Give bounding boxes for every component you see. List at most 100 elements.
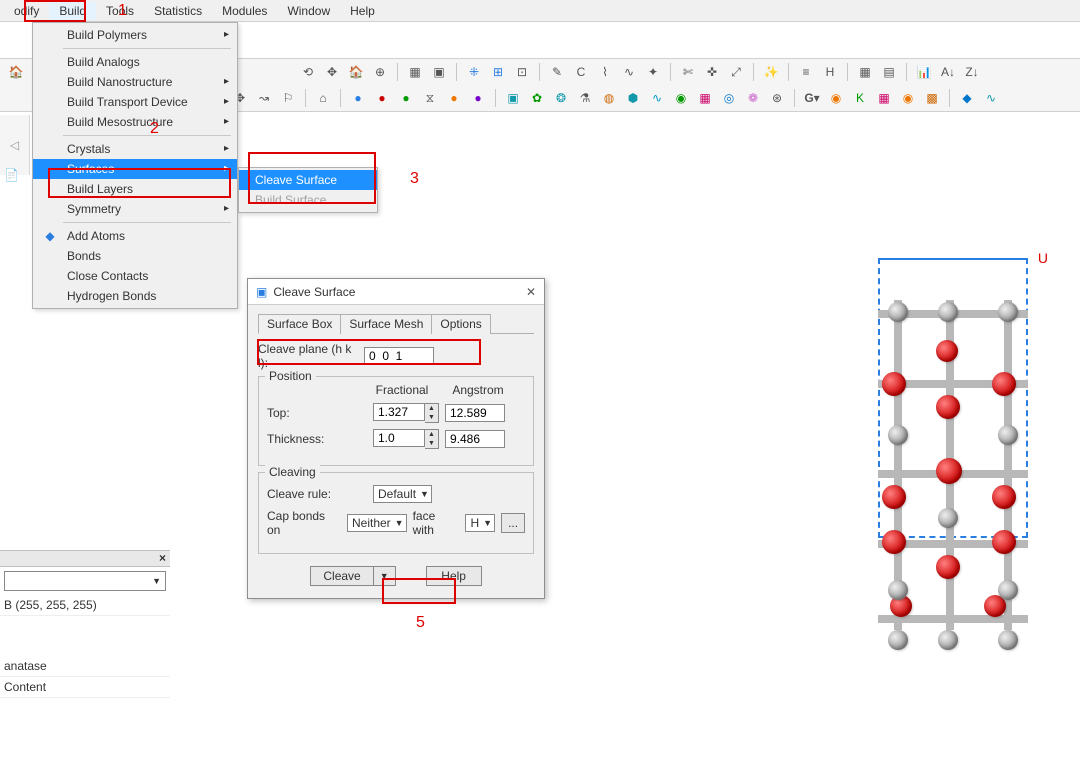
chevron-down-icon[interactable]: ▼ xyxy=(374,567,395,585)
tool-mol-red-icon[interactable]: ● xyxy=(372,88,392,108)
menu-modify[interactable]: odify xyxy=(4,2,49,20)
thickness-fractional-input[interactable]: ▲▼ xyxy=(373,429,439,449)
tool-wave2-icon[interactable]: ∿ xyxy=(647,88,667,108)
doc-icon[interactable]: 📄 xyxy=(4,168,20,184)
tool-box-icon[interactable]: ▦ xyxy=(405,62,425,82)
top-angstrom-input[interactable] xyxy=(445,404,505,422)
help-button[interactable]: Help xyxy=(426,566,482,586)
cap-bonds-select[interactable]: Neither▼ xyxy=(347,514,407,532)
submenu-cleave-surface[interactable]: Cleave Surface xyxy=(239,170,377,190)
dialog-close-icon[interactable]: ✕ xyxy=(526,285,536,299)
tool-mol-chain-icon[interactable]: ⧖ xyxy=(420,88,440,108)
menu-add-atoms[interactable]: ◆Add Atoms xyxy=(33,226,237,246)
tool-wave3-icon[interactable]: ∿ xyxy=(981,88,1001,108)
tool-home-icon[interactable]: 🏠 xyxy=(6,62,26,82)
tool-g-icon[interactable]: G▾ xyxy=(802,88,822,108)
menu-build-mesostructure[interactable]: Build Mesostructure▸ xyxy=(33,112,237,132)
tool-mol8-icon[interactable]: ⊛ xyxy=(767,88,787,108)
menu-build-nanostructure[interactable]: Build Nanostructure▸ xyxy=(33,72,237,92)
tool-pencil-icon[interactable]: ✎ xyxy=(547,62,567,82)
prop-line-content[interactable]: Content xyxy=(0,677,170,698)
tool-home3-icon[interactable]: ⌂ xyxy=(313,88,333,108)
tool-curve-icon[interactable]: ↝ xyxy=(254,88,274,108)
tab-surface-box[interactable]: Surface Box xyxy=(258,314,341,334)
top-fractional-input[interactable]: ▲▼ xyxy=(373,403,439,423)
tool-bubble-icon[interactable]: ❂ xyxy=(551,88,571,108)
menu-symmetry[interactable]: Symmetry▸ xyxy=(33,199,237,219)
menu-build-layers[interactable]: Build Layers xyxy=(33,179,237,199)
tool-spark-icon[interactable]: ✦ xyxy=(643,62,663,82)
structure-viewer[interactable]: U xyxy=(838,240,1068,670)
tool-mol-purple-icon[interactable]: ● xyxy=(468,88,488,108)
tool-ruler-icon[interactable]: ≡ xyxy=(796,62,816,82)
cleave-plane-input[interactable] xyxy=(364,347,434,365)
menu-build-analogs[interactable]: Build Analogs xyxy=(33,52,237,72)
tool-mol-orange-icon[interactable]: ● xyxy=(444,88,464,108)
properties-combo[interactable]: ▼ xyxy=(4,571,166,591)
menu-surfaces[interactable]: Surfaces▸ xyxy=(33,159,237,179)
tool-globe-icon[interactable]: ◉ xyxy=(671,88,691,108)
tab-options[interactable]: Options xyxy=(431,314,490,334)
tool-mol9-icon[interactable]: ◉ xyxy=(826,88,846,108)
tool-mol-grid2-icon[interactable]: ▦ xyxy=(874,88,894,108)
tool-mol-green-icon[interactable]: ● xyxy=(396,88,416,108)
tool-mol10-icon[interactable]: ◉ xyxy=(898,88,918,108)
panel-close-icon[interactable]: × xyxy=(159,551,166,565)
tool-grid2-icon[interactable]: ▦ xyxy=(855,62,875,82)
tool-grid-icon[interactable]: ⊞ xyxy=(488,62,508,82)
tool-mol-blue-icon[interactable]: ● xyxy=(348,88,368,108)
tool-mol-mosaic-icon[interactable]: ▩ xyxy=(922,88,942,108)
tool-crystal-icon[interactable]: ◆ xyxy=(957,88,977,108)
nav-prev-icon[interactable]: ◁ xyxy=(10,138,19,152)
menu-tools[interactable]: Tools xyxy=(96,2,144,20)
tool-scissors-icon[interactable]: ✄ xyxy=(678,62,698,82)
tool-k-icon[interactable]: K xyxy=(850,88,870,108)
tool-crop2-icon[interactable]: ▣ xyxy=(429,62,449,82)
tool-cell-icon[interactable]: ▣ xyxy=(503,88,523,108)
thickness-angstrom-input[interactable] xyxy=(445,430,505,448)
tool-mol-grid-icon[interactable]: ▦ xyxy=(695,88,715,108)
menu-bonds[interactable]: Bonds xyxy=(33,246,237,266)
prop-line-anatase[interactable]: anatase xyxy=(0,656,170,677)
tool-mol-pink-icon[interactable]: ❁ xyxy=(743,88,763,108)
tool-wave-icon[interactable]: ∿ xyxy=(619,62,639,82)
tool-field-icon[interactable]: ⊡ xyxy=(512,62,532,82)
menu-modules[interactable]: Modules xyxy=(212,2,277,20)
menu-build-transport-device[interactable]: Build Transport Device▸ xyxy=(33,92,237,112)
face-with-select[interactable]: H▼ xyxy=(465,514,495,532)
menu-close-contacts[interactable]: Close Contacts xyxy=(33,266,237,286)
tool-move-icon[interactable]: ✥ xyxy=(322,62,342,82)
spinner-icon[interactable]: ▲▼ xyxy=(425,429,439,449)
tool-chain-icon[interactable]: ⌇ xyxy=(595,62,615,82)
tool-crosshair-icon[interactable]: ✜ xyxy=(702,62,722,82)
menu-build-polymers[interactable]: Build Polymers▸ xyxy=(33,25,237,45)
tool-rotate-icon[interactable]: ⟲ xyxy=(298,62,318,82)
menu-build[interactable]: Build xyxy=(49,2,96,20)
submenu-build-surface[interactable]: Build Surface... xyxy=(239,190,377,210)
tool-puzzle-icon[interactable]: ✿ xyxy=(527,88,547,108)
cleave-button[interactable]: Cleave ▼ xyxy=(310,566,395,586)
cleave-rule-select[interactable]: Default▼ xyxy=(373,485,432,503)
tool-expand-icon[interactable]: ⤢ xyxy=(726,62,746,82)
menu-help[interactable]: Help xyxy=(340,2,385,20)
tool-chart-icon[interactable]: 📊 xyxy=(914,62,934,82)
tool-h-icon[interactable]: H xyxy=(820,62,840,82)
menu-window[interactable]: Window xyxy=(277,2,340,20)
menu-hydrogen-bonds[interactable]: Hydrogen Bonds xyxy=(33,286,237,306)
tool-flag-icon[interactable]: ⚐ xyxy=(278,88,298,108)
tool-home2-icon[interactable]: 🏠 xyxy=(346,62,366,82)
tool-sort-za-icon[interactable]: Z↓ xyxy=(962,62,982,82)
tool-target-icon[interactable]: ⊕ xyxy=(370,62,390,82)
tool-3d-icon[interactable]: ◍ xyxy=(599,88,619,108)
tool-flask-icon[interactable]: ⚗ xyxy=(575,88,595,108)
tool-c-icon[interactable]: C xyxy=(571,62,591,82)
tab-surface-mesh[interactable]: Surface Mesh xyxy=(340,314,432,334)
tool-dots-icon[interactable]: ⁜ xyxy=(464,62,484,82)
tool-sort-az-icon[interactable]: A↓ xyxy=(938,62,958,82)
tool-text-icon[interactable]: ▤ xyxy=(879,62,899,82)
tool-mol7-icon[interactable]: ◎ xyxy=(719,88,739,108)
tool-wand-icon[interactable]: ✨ xyxy=(761,62,781,82)
menu-crystals[interactable]: Crystals▸ xyxy=(33,139,237,159)
face-with-more-button[interactable]: ... xyxy=(501,513,525,533)
tool-mesh-icon[interactable]: ⬢ xyxy=(623,88,643,108)
